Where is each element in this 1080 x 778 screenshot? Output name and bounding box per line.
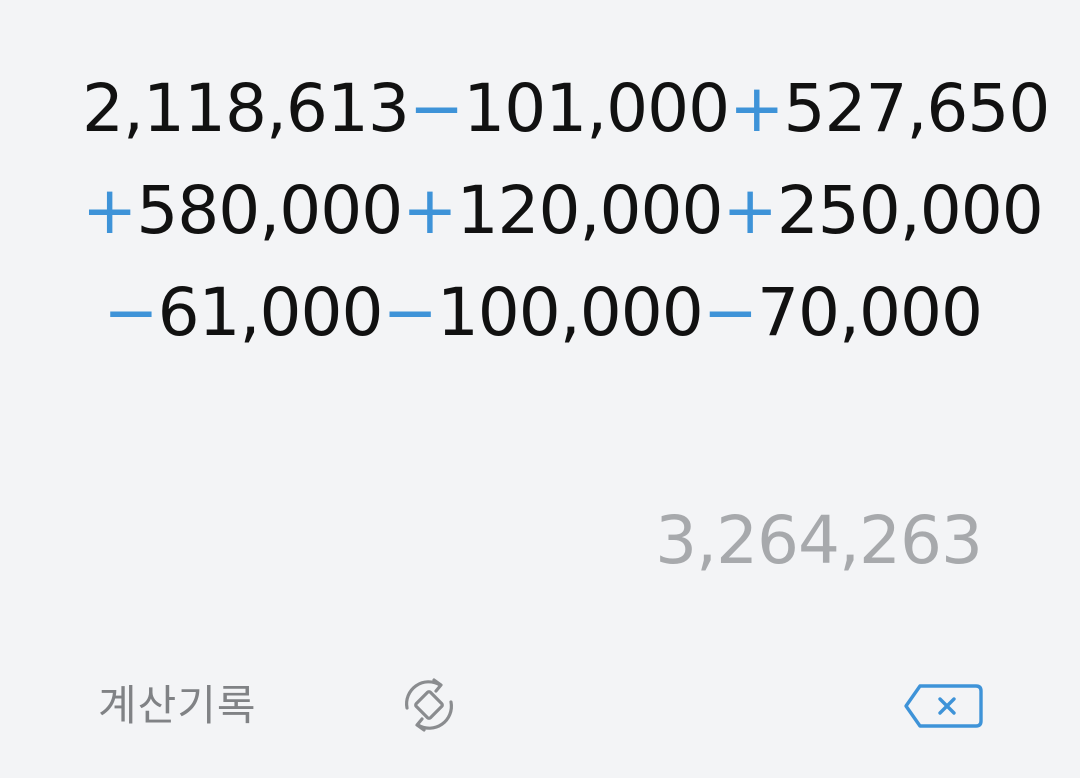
operator-token: +: [722, 172, 778, 249]
operator-token: +: [82, 172, 137, 249]
calculator-screen: 2,118,613−101,000+527,650 +580,000+120,0…: [0, 0, 1080, 778]
operator-token: −: [382, 274, 438, 351]
expression-token: 250,000: [776, 172, 1044, 249]
expression-token: 2,118,613: [82, 70, 410, 147]
operator-token: −: [103, 274, 158, 351]
operator-token: +: [402, 172, 457, 249]
operator-token: −: [408, 70, 464, 147]
expression-token: 120,000: [456, 172, 724, 249]
expression-token: 101,000: [463, 70, 730, 147]
rotate-button[interactable]: [398, 674, 460, 736]
expression-token: 70,000: [757, 274, 983, 351]
expression-token: 61,000: [157, 274, 384, 351]
expression-line: +580,000+120,000+250,000: [82, 160, 1044, 262]
expression-token: 527,650: [783, 70, 1050, 147]
expression-token: 100,000: [436, 274, 704, 351]
operator-token: +: [729, 70, 784, 147]
expression-display[interactable]: 2,118,613−101,000+527,650 +580,000+120,0…: [82, 58, 1050, 364]
history-button[interactable]: 계산기록: [98, 674, 257, 738]
backspace-icon: [904, 684, 983, 728]
expression-line: −61,000−100,000−70,000: [82, 262, 983, 364]
expression-line: 2,118,613−101,000+527,650: [82, 58, 1050, 160]
result-preview: 3,264,263: [655, 502, 983, 579]
rotate-icon: [405, 678, 453, 732]
expression-token: 580,000: [136, 172, 403, 249]
backspace-button[interactable]: [902, 682, 984, 730]
operator-token: −: [702, 274, 758, 351]
